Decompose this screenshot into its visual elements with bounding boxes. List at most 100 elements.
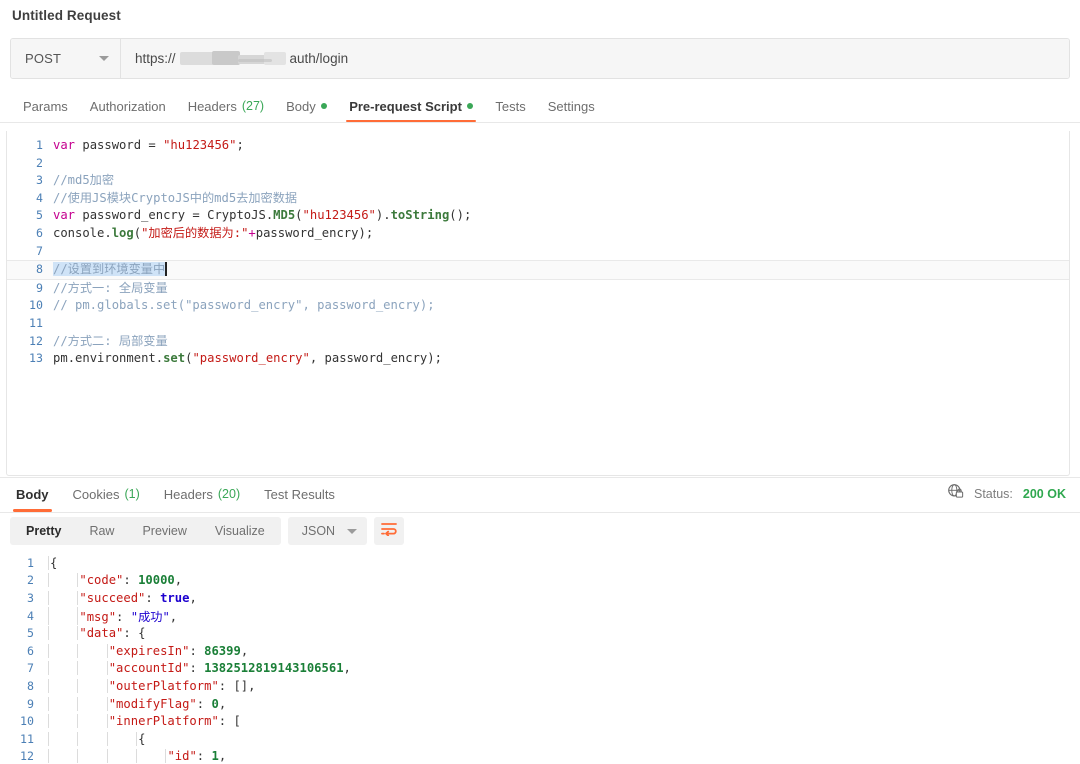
request-tab-label: Headers bbox=[188, 99, 237, 114]
indent-guide bbox=[48, 626, 49, 640]
request-tab-count: (27) bbox=[242, 99, 264, 113]
script-line-number: 12 bbox=[7, 333, 53, 351]
script-line[interactable]: 10// pm.globals.set("password_encry", pa… bbox=[7, 297, 1069, 315]
response-body-line: 11{ bbox=[0, 730, 1080, 748]
script-line[interactable]: 4//使用JS模块CryptoJS中的md5去加密数据 bbox=[7, 190, 1069, 208]
response-body-line: 12"id": 1, bbox=[0, 748, 1080, 764]
script-line-text: //使用JS模块CryptoJS中的md5去加密数据 bbox=[53, 190, 297, 208]
request-tab-label: Authorization bbox=[90, 99, 166, 114]
indent-guide bbox=[48, 749, 49, 763]
indent-guide bbox=[77, 697, 78, 711]
indent-guide bbox=[48, 661, 49, 675]
indent-guide bbox=[48, 679, 49, 693]
request-tab-headers[interactable]: Headers (27) bbox=[177, 90, 275, 122]
script-line[interactable]: 11 bbox=[7, 315, 1069, 333]
modified-dot-icon bbox=[467, 103, 474, 110]
response-line-text: "accountId": 1382512819143106561, bbox=[46, 661, 1080, 675]
body-view-pretty[interactable]: Pretty bbox=[12, 518, 75, 544]
response-body-line: 7"accountId": 1382512819143106561, bbox=[0, 660, 1080, 678]
body-view-raw[interactable]: Raw bbox=[75, 518, 128, 544]
indent-guide bbox=[77, 661, 78, 675]
script-line-text: var password = "hu123456"; bbox=[53, 137, 244, 155]
script-line[interactable]: 12//方式二: 局部变量 bbox=[7, 333, 1069, 351]
indent-guide bbox=[77, 749, 78, 763]
body-view-preview[interactable]: Preview bbox=[128, 518, 200, 544]
request-tab-body[interactable]: Body bbox=[275, 90, 338, 122]
script-line[interactable]: 8//设置到环境变量中 bbox=[7, 260, 1069, 280]
indent-guide bbox=[107, 697, 108, 711]
script-line[interactable]: 7 bbox=[7, 243, 1069, 261]
script-line[interactable]: 1var password = "hu123456"; bbox=[7, 137, 1069, 155]
response-tab-cookies[interactable]: Cookies(1) bbox=[61, 477, 152, 512]
script-line[interactable]: 13pm.environment.set("password_encry", p… bbox=[7, 350, 1069, 368]
request-tab-authorization[interactable]: Authorization bbox=[79, 90, 177, 122]
body-format-dropdown[interactable]: JSON bbox=[288, 517, 367, 545]
script-code-area[interactable]: 1var password = "hu123456";23//md5加密4//使… bbox=[7, 131, 1069, 368]
script-line-number: 1 bbox=[7, 137, 53, 155]
http-method-dropdown[interactable]: POST bbox=[11, 39, 121, 78]
response-tab-body[interactable]: Body bbox=[4, 477, 61, 512]
indent-guide bbox=[107, 732, 108, 746]
response-status: Status: 200 OK bbox=[947, 476, 1066, 512]
request-tab-tests[interactable]: Tests bbox=[484, 90, 536, 122]
chevron-down-icon bbox=[99, 56, 109, 61]
response-line-text: "outerPlatform": [], bbox=[46, 679, 1080, 693]
response-tab-label: Headers bbox=[164, 487, 213, 502]
response-line-number: 1 bbox=[0, 556, 46, 570]
response-line-number: 7 bbox=[0, 661, 46, 675]
indent-guide bbox=[107, 661, 108, 675]
request-tab-settings[interactable]: Settings bbox=[537, 90, 606, 122]
script-line-text: var password_encry = CryptoJS.MD5("hu123… bbox=[53, 207, 471, 225]
indent-guide bbox=[107, 644, 108, 658]
indent-guide bbox=[136, 749, 137, 763]
script-line[interactable]: 9//方式一: 全局变量 bbox=[7, 280, 1069, 298]
script-line-text: //方式二: 局部变量 bbox=[53, 333, 168, 351]
indent-guide bbox=[77, 607, 78, 625]
indent-guide bbox=[77, 732, 78, 746]
response-line-number: 11 bbox=[0, 732, 46, 746]
response-line-number: 6 bbox=[0, 644, 46, 658]
script-line-number: 7 bbox=[7, 243, 53, 261]
body-view-visualize[interactable]: Visualize bbox=[201, 518, 279, 544]
response-line-number: 9 bbox=[0, 697, 46, 711]
modified-dot-icon bbox=[321, 103, 328, 110]
response-line-text: { bbox=[46, 732, 1080, 746]
indent-guide bbox=[48, 714, 49, 728]
response-line-number: 10 bbox=[0, 714, 46, 728]
response-tab-count: (20) bbox=[218, 487, 240, 501]
indent-guide bbox=[77, 644, 78, 658]
pre-request-script-editor[interactable]: 1var password = "hu123456";23//md5加密4//使… bbox=[6, 131, 1070, 476]
url-input[interactable]: https:// auth/login bbox=[121, 39, 1069, 78]
request-tab-label: Body bbox=[286, 99, 316, 114]
response-body-line: 5"data": { bbox=[0, 624, 1080, 642]
response-body-line: 1{ bbox=[0, 554, 1080, 572]
indent-guide bbox=[48, 644, 49, 658]
response-line-text: { bbox=[46, 556, 1080, 570]
response-body-line: 9"modifyFlag": 0, bbox=[0, 695, 1080, 713]
request-tab-label: Pre-request Script bbox=[349, 99, 462, 114]
script-line[interactable]: 3//md5加密 bbox=[7, 172, 1069, 190]
script-line[interactable]: 5var password_encry = CryptoJS.MD5("hu12… bbox=[7, 207, 1069, 225]
response-body-json[interactable]: 1{2"code": 10000,3"succeed": true,4"msg"… bbox=[0, 550, 1080, 764]
indent-guide bbox=[77, 591, 78, 605]
indent-guide bbox=[77, 573, 78, 587]
request-tab-pre-request-script[interactable]: Pre-request Script bbox=[338, 90, 484, 122]
chevron-down-icon bbox=[347, 529, 357, 534]
response-body-line: 3"succeed": true, bbox=[0, 589, 1080, 607]
response-line-text: "data": { bbox=[46, 626, 1080, 640]
script-line[interactable]: 2 bbox=[7, 155, 1069, 173]
indent-guide bbox=[48, 591, 49, 605]
indent-guide bbox=[165, 749, 166, 763]
indent-guide bbox=[77, 626, 78, 640]
wrap-lines-icon bbox=[381, 522, 397, 541]
request-tab-params[interactable]: Params bbox=[12, 90, 79, 122]
indent-guide bbox=[107, 714, 108, 728]
script-line-number: 11 bbox=[7, 315, 53, 333]
response-body-toolbar: PrettyRawPreviewVisualize JSON bbox=[0, 512, 1080, 550]
script-line[interactable]: 6console.log("加密后的数据为:"+password_encry); bbox=[7, 225, 1069, 243]
response-tab-headers[interactable]: Headers (20) bbox=[152, 477, 252, 512]
response-line-number: 12 bbox=[0, 749, 46, 763]
wrap-lines-button[interactable] bbox=[374, 517, 404, 545]
response-tab-test-results[interactable]: Test Results bbox=[252, 477, 347, 512]
script-line-number: 13 bbox=[7, 350, 53, 368]
